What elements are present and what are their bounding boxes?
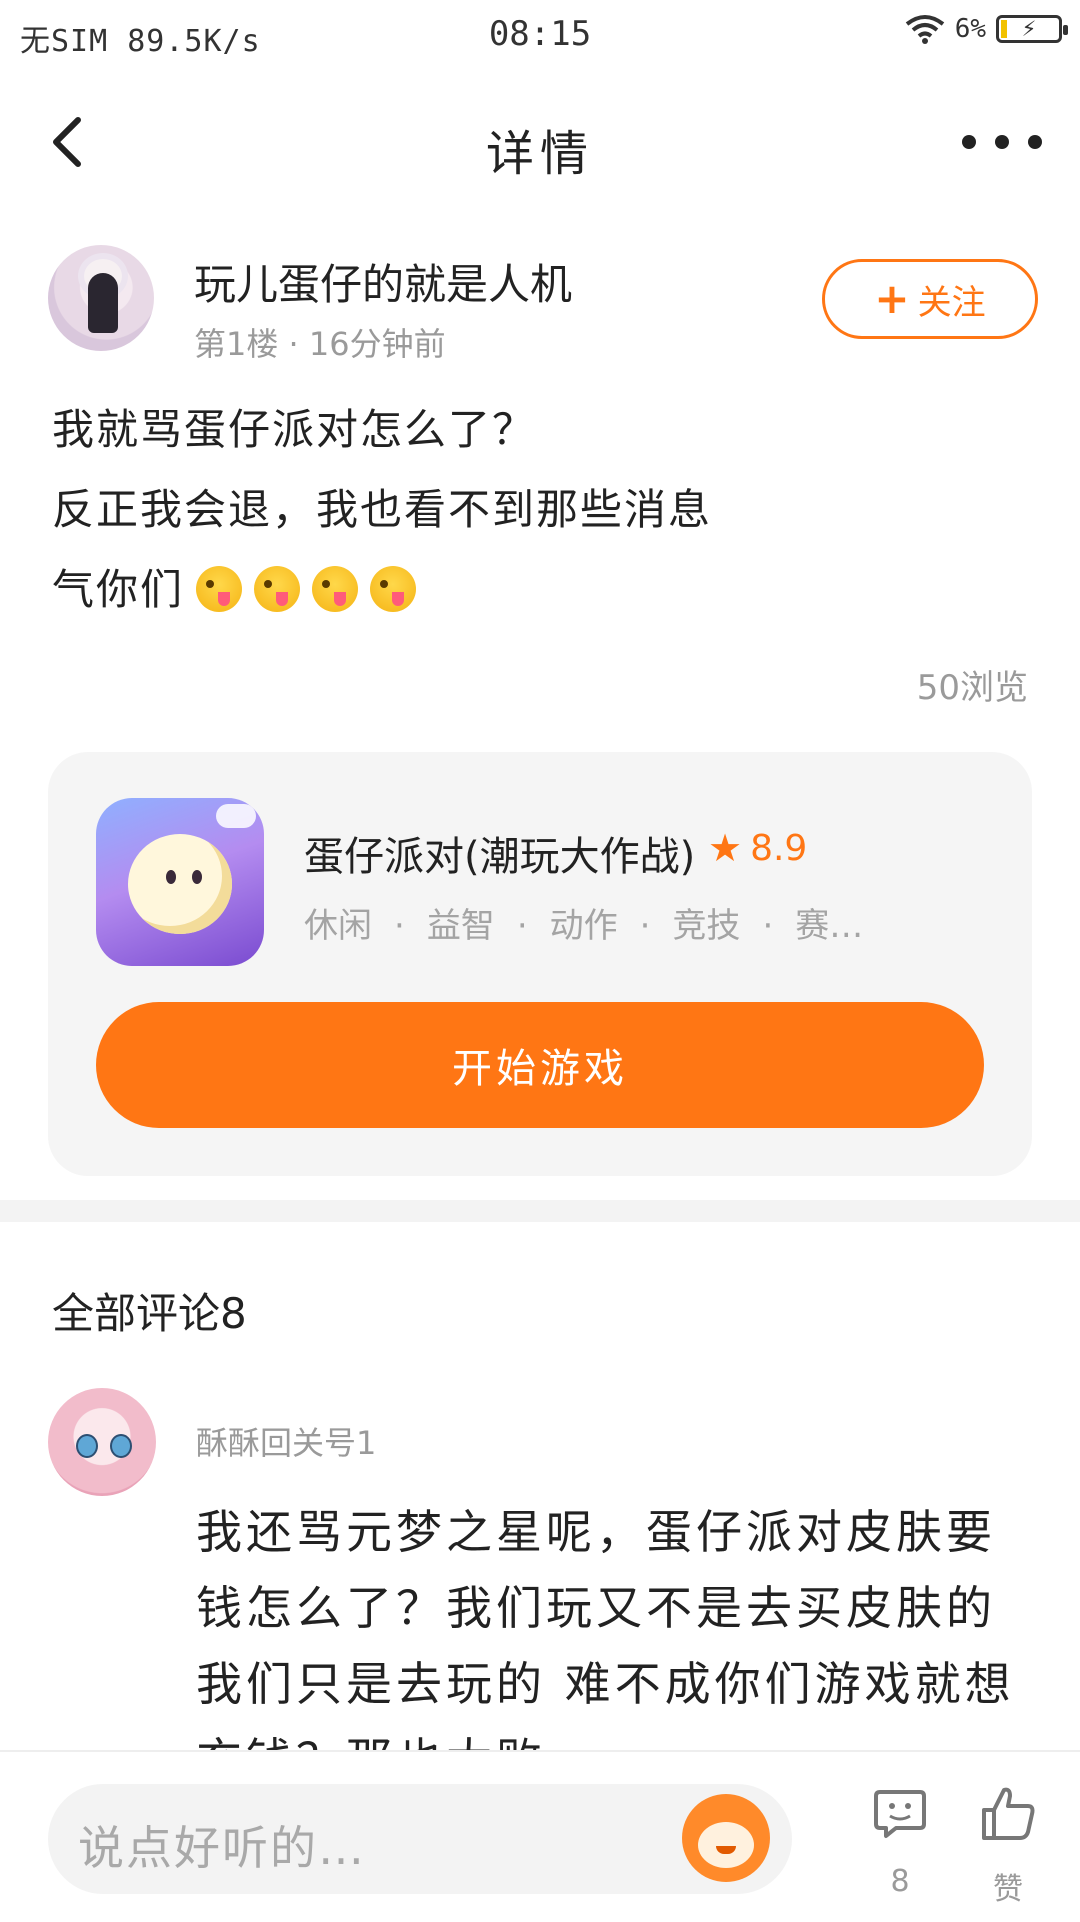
post-line: 气你们 [52,550,1032,630]
comment-count: 8 [890,1864,910,1899]
game-title[interactable]: 蛋仔派对(潮玩大作战) [304,824,695,882]
commenter-avatar[interactable] [48,1388,156,1496]
comment-bubble-icon [874,1790,926,1838]
battery-icon: ⚡ [996,14,1068,43]
winking-tongue-emoji-icon [254,566,301,612]
like-button[interactable]: 赞 [968,1786,1048,1907]
comment-input[interactable]: 说点好听的… [48,1784,792,1894]
plus-icon: + [874,274,910,323]
comment-placeholder: 说点好听的… [78,1821,366,1875]
game-card[interactable]: 蛋仔派对(潮玩大作战) ★ 8.9 休闲 · 益智 · 动作 · 竞技 · 赛… 开始游戏 [48,752,1032,1176]
winking-tongue-emoji-icon [312,566,359,612]
winking-tongue-emoji-icon [370,566,417,612]
view-count: 50浏览 [916,668,1028,708]
status-bar: 无SIM 89.5K/s 08:15 6% ⚡ [0,0,1080,70]
game-tag: 赛… [795,906,864,946]
post-line-text: 气你们 [52,565,185,614]
star-icon: ★ [708,826,743,870]
battery-percent: 6% [954,14,986,44]
follow-label: 关注 [917,282,986,323]
rating-value: 8.9 [750,827,808,869]
mascot-emoji-icon[interactable] [682,1794,770,1882]
page-title: 详情 [485,126,594,182]
game-tags: 休闲 · 益智 · 动作 · 竞技 · 赛… [304,906,864,946]
commenter-name[interactable]: 酥酥回关号1 [196,1418,376,1464]
author-name[interactable]: 玩儿蛋仔的就是人机 [194,251,572,312]
comments-header: 全部评论8 [52,1289,247,1338]
game-app-icon[interactable] [96,798,264,966]
section-divider [0,1200,1080,1222]
nav-bar: 详情 [0,90,1080,200]
post-line: 反正我会退，我也看不到那些消息 [52,485,713,534]
game-tag: 动作 [549,906,618,946]
thumbs-up-icon [982,1787,1035,1840]
game-rating: ★ 8.9 [708,826,807,870]
winking-tongue-emoji-icon [196,566,243,612]
bottom-action-bar: 说点好听的… 8 赞 [0,1750,1080,1922]
like-label: 赞 [993,1872,1023,1907]
follow-button[interactable]: + 关注 [822,259,1038,339]
game-tag: 休闲 [304,906,372,946]
author-avatar[interactable] [48,245,154,351]
status-right: 6% ⚡ [905,14,1068,44]
start-game-button[interactable]: 开始游戏 [96,1002,984,1128]
game-tag: 益智 [426,906,495,946]
more-options-icon[interactable] [962,112,1042,172]
game-tag: 竞技 [672,906,741,946]
post-content: 我就骂蛋仔派对怎么了？ 反正我会退，我也看不到那些消息 气你们 [52,390,1032,630]
post-meta: 第1楼 · 16分钟前 [194,325,446,363]
wifi-icon [905,15,944,44]
post-line: 我就骂蛋仔派对怎么了？ [52,405,537,454]
comment-count-button[interactable]: 8 [860,1786,940,1906]
post-author: 玩儿蛋仔的就是人机 第1楼 · 16分钟前 + 关注 [48,245,1038,363]
